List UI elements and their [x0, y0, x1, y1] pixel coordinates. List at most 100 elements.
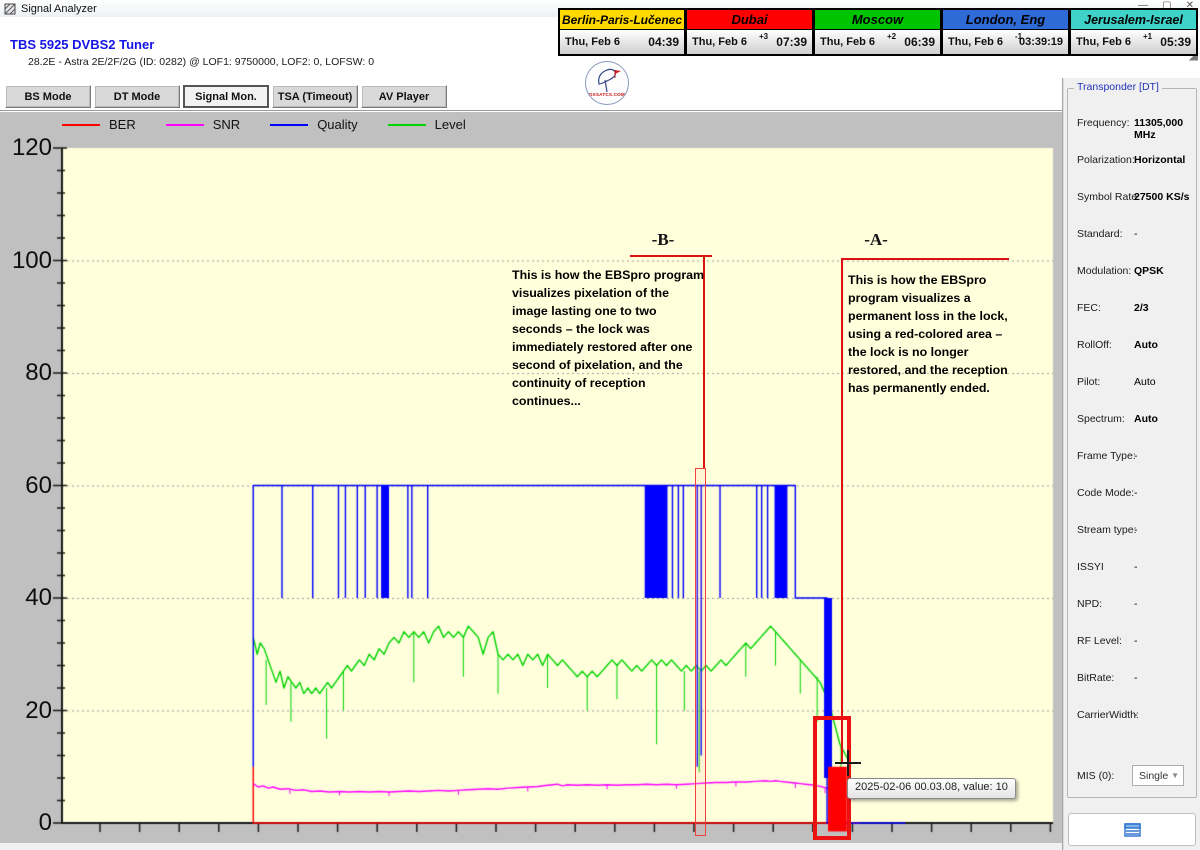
field-label: NPD:: [1077, 598, 1102, 610]
field-value: -: [1134, 635, 1138, 647]
field-value: -: [1134, 672, 1138, 684]
tab-tsa-timeout[interactable]: TSA (Timeout): [272, 85, 358, 108]
clock-time: 04:39: [648, 35, 679, 49]
tab-bs-mode[interactable]: BS Mode: [5, 85, 91, 108]
annotation-a-text: This is how the EBSpro program visualize…: [848, 272, 1016, 398]
clock-date: Thu, Feb 6: [820, 36, 875, 48]
satellite-dish-icon: [593, 66, 623, 94]
transponder-field-row: Pilot: Auto: [1077, 376, 1197, 390]
field-label: Symbol Rate:: [1077, 191, 1140, 203]
field-value: -: [1134, 487, 1138, 499]
clock-date: Thu, Feb 6: [948, 36, 1003, 48]
field-label: Pilot:: [1077, 376, 1100, 388]
tab-signal-mon[interactable]: Signal Mon.: [183, 85, 269, 108]
transponder-field-row: Code Mode:-: [1077, 487, 1197, 501]
mode-tabs: BS Mode DT Mode Signal Mon. TSA (Timeout…: [5, 85, 447, 108]
signal-chart-canvas[interactable]: [0, 112, 1062, 843]
tuner-title: TBS 5925 DVBS2 Tuner: [10, 37, 154, 52]
field-value: QPSK: [1134, 265, 1164, 277]
clock-london: London, Eng Thu, Feb 6 -1 03:39:19: [942, 8, 1070, 56]
transponder-panel: Transponder [DT] Frequency:11305,000 MHz…: [1064, 78, 1200, 850]
transponder-field-row: Polarization:Horizontal: [1077, 154, 1197, 168]
field-label: Frequency:: [1077, 117, 1130, 129]
legend-item-ber: BER: [62, 117, 136, 132]
list-icon: [1124, 823, 1141, 837]
clock-city-label: London, Eng: [943, 10, 1068, 30]
annotation-a-label: -A-: [840, 230, 912, 250]
annotation-b-text: This is how the EBSpro program visualize…: [512, 267, 706, 411]
mis-label: MIS (0):: [1077, 770, 1114, 782]
transponder-groupbox: Transponder [DT] Frequency:11305,000 MHz…: [1067, 88, 1197, 798]
tab-av-player[interactable]: AV Player: [361, 85, 447, 108]
transponder-field-row: Standard:-: [1077, 228, 1197, 242]
clock-dubai: Dubai Thu, Feb 6 +3 07:39: [686, 8, 814, 56]
y-axis-tick-label: 60: [2, 472, 52, 500]
annotation-b-bracket-h: [630, 255, 712, 257]
field-label: RollOff:: [1077, 339, 1112, 351]
transponder-field-row: Frame Type:-: [1077, 450, 1197, 464]
field-value: 27500 KS/s: [1134, 191, 1189, 203]
field-label: ISSYI: [1077, 561, 1104, 573]
transponder-field-row: Symbol Rate:27500 KS/s: [1077, 191, 1197, 205]
clock-city-label: Berlin-Paris-Lučenec: [560, 10, 684, 30]
field-value: Auto: [1134, 376, 1156, 388]
field-value: -: [1134, 450, 1138, 462]
field-label: Code Mode:: [1077, 487, 1134, 499]
field-value: 11305,000 MHz: [1134, 117, 1197, 141]
window-title: Signal Analyzer: [21, 3, 97, 15]
transponder-field-row: CarrierWidth:-: [1077, 709, 1197, 723]
field-value: Horizontal: [1134, 154, 1185, 166]
logo-text: DXSATCS.COM: [586, 92, 628, 97]
crosshair-cursor: [847, 750, 849, 776]
clock-city-label: Jerusalem-Israel: [1071, 10, 1196, 30]
y-axis-tick-label: 80: [2, 359, 52, 387]
field-value: Auto: [1134, 413, 1158, 425]
ber-color-swatch: [62, 124, 100, 126]
transponder-field-row: BitRate: -: [1077, 672, 1197, 686]
annotation-b-label: -B-: [627, 230, 699, 250]
legend-item-snr: SNR: [166, 117, 240, 132]
app-icon: [4, 3, 16, 15]
field-label: Frame Type:: [1077, 450, 1136, 462]
level-color-swatch: [388, 124, 426, 126]
transponder-field-row: Spectrum: Auto: [1077, 413, 1197, 427]
y-axis-tick-label: 20: [2, 697, 52, 725]
transponder-field-row: RollOff:Auto: [1077, 339, 1197, 353]
transponder-field-row: Modulation:QPSK: [1077, 265, 1197, 279]
field-label: FEC:: [1077, 302, 1101, 314]
y-axis-tick-label: 0: [2, 809, 52, 837]
chevron-down-icon: ▼: [1171, 771, 1179, 780]
quality-color-swatch: [270, 124, 308, 126]
y-axis-tick-label: 120: [2, 134, 52, 162]
field-value: -: [1134, 598, 1138, 610]
clock-time: 05:39: [1160, 35, 1191, 49]
clock-moscow: Moscow Thu, Feb 6 +2 06:39: [814, 8, 942, 56]
field-value: -: [1134, 524, 1138, 536]
signal-loss-highlight-rect: [813, 716, 851, 840]
clock-berlin: Berlin-Paris-Lučenec Thu, Feb 6 04:39: [558, 8, 686, 56]
clock-utc-offset: +2: [887, 32, 896, 41]
legend-item-level: Level: [388, 117, 466, 132]
field-value: -: [1134, 709, 1138, 721]
clock-time: 03:39:19: [1019, 36, 1063, 48]
transponder-title: Transponder [DT]: [1074, 81, 1162, 93]
tab-dt-mode[interactable]: DT Mode: [94, 85, 180, 108]
y-axis-tick-label: 100: [2, 247, 52, 275]
transport-stream-button[interactable]: [1068, 813, 1196, 846]
footer-strip: [0, 843, 1062, 850]
field-label: RF Level:: [1077, 635, 1122, 647]
annotation-a-bracket-v: [841, 258, 843, 763]
signal-chart-panel: BER SNR Quality Level 020406080100120 -B…: [0, 112, 1062, 843]
mis-dropdown[interactable]: Single ▼: [1132, 765, 1184, 786]
field-label: Spectrum:: [1077, 413, 1125, 425]
transponder-field-row: Frequency:11305,000 MHz: [1077, 117, 1197, 131]
clock-jerusalem: Jerusalem-Israel Thu, Feb 6 +1 05:39: [1070, 8, 1198, 56]
field-value: 2/3: [1134, 302, 1149, 314]
field-value: -: [1134, 561, 1138, 573]
field-label: BitRate:: [1077, 672, 1114, 684]
clock-time: 06:39: [904, 35, 935, 49]
clock-utc-offset: +1: [1143, 32, 1152, 41]
clock-utc-offset: -1: [1015, 32, 1022, 41]
field-label: CarrierWidth:: [1077, 709, 1139, 721]
tab-separator: [0, 110, 1062, 111]
